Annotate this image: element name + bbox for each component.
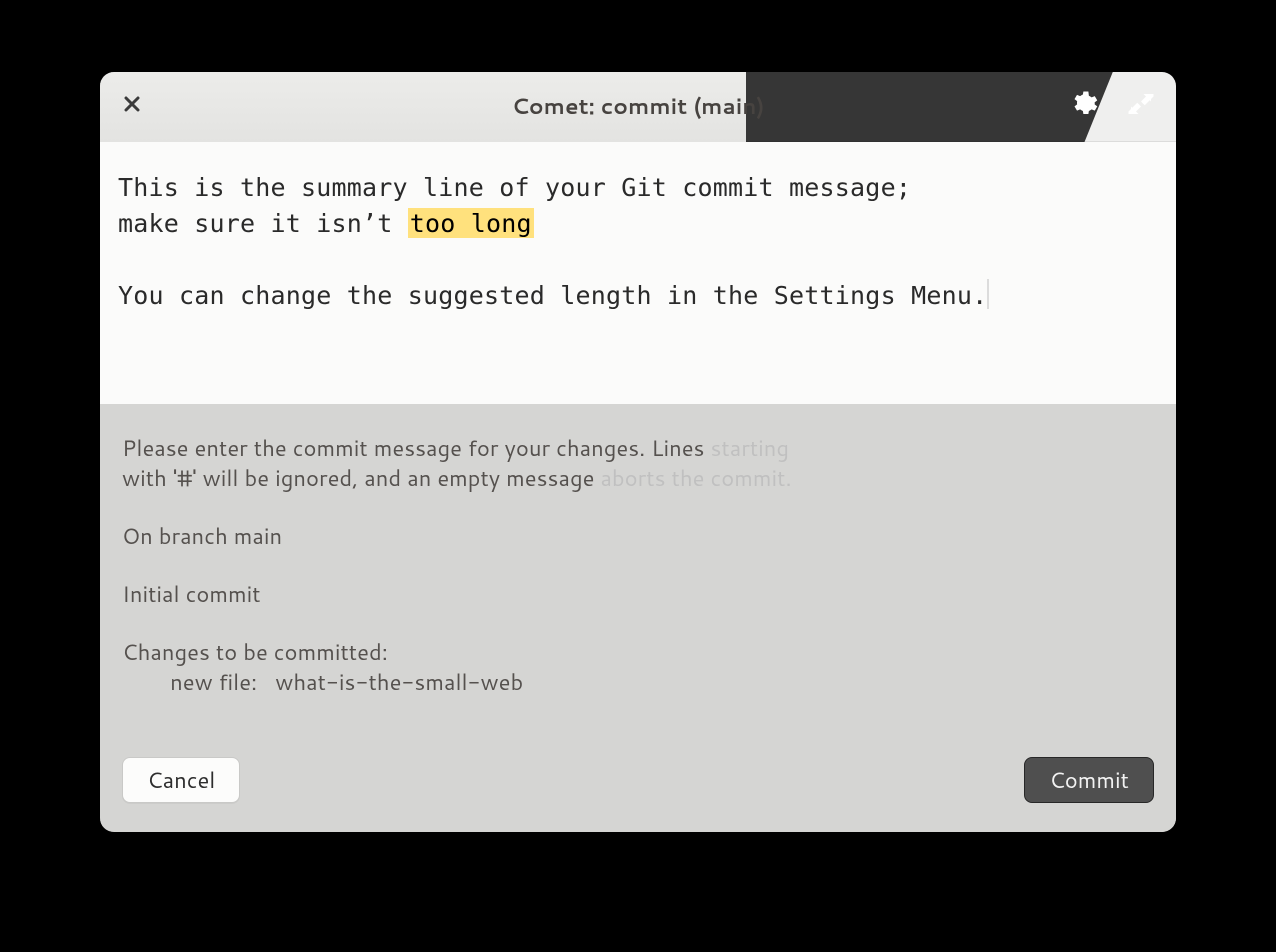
editor-line-2a: make sure it isn’t [118,209,408,238]
commit-hint-text: Please enter the commit message for your… [100,404,1176,698]
commit-window: Comet: commit (main) This is th [100,72,1176,832]
commit-hint-panel: Please enter the commit message for your… [100,404,1176,832]
gear-icon [1068,89,1098,125]
commit-message-editor[interactable]: This is the summary line of your Git com… [100,142,1176,404]
close-icon [124,95,140,118]
titlebar: Comet: commit (main) [100,72,1176,142]
summary-overflow-highlight: too long [408,208,534,238]
cancel-button[interactable]: Cancel [122,757,240,803]
settings-button[interactable] [1068,92,1098,122]
expand-icon [1126,89,1156,125]
maximize-button[interactable] [1126,92,1156,122]
editor-line-1a: This is the summary line of your Git com… [118,173,911,202]
text-cursor [987,279,989,309]
commit-button-label: Commit [1049,765,1129,796]
dialog-footer: Cancel Commit [100,752,1176,832]
commit-button[interactable]: Commit [1024,757,1154,803]
cancel-button-label: Cancel [147,765,215,796]
close-button[interactable] [120,95,144,119]
editor-line-3: You can change the suggested length in t… [118,281,987,310]
